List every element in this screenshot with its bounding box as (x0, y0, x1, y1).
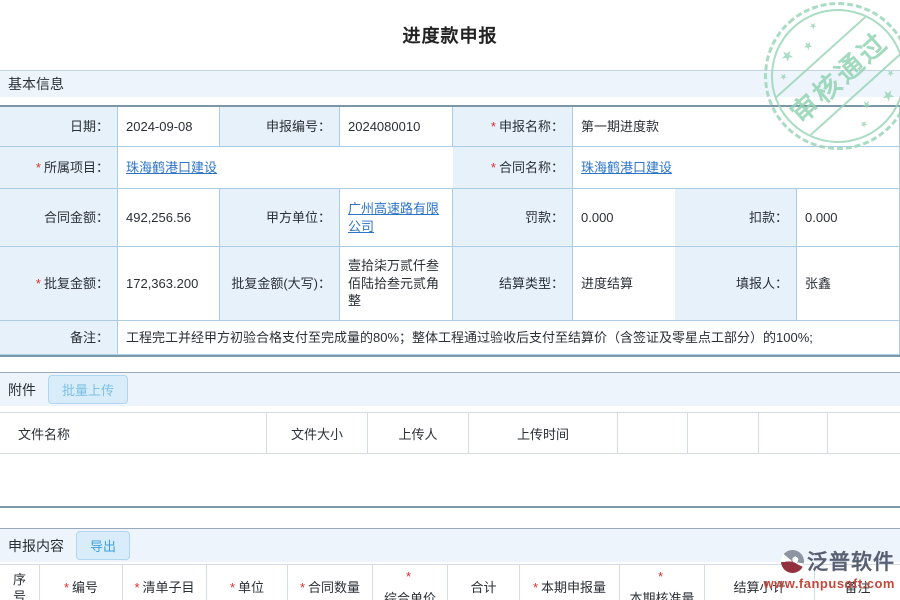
fanpu-url-text: www.fanpusoft.com (763, 576, 895, 591)
declaration-name-label: *申报名称： (453, 107, 573, 147)
decl-col-list-item: *清单子目 (123, 565, 207, 600)
reporter-label: 填报人： (675, 247, 797, 321)
basic-info-section-header: 基本信息 (0, 70, 900, 97)
required-marker: * (36, 275, 41, 293)
batch-upload-button[interactable]: 批量上传 (48, 375, 128, 404)
required-marker: * (491, 159, 496, 177)
basic-info-table: 日期： 2024-09-08 申报编号： 2024080010 *申报名称： 第… (0, 107, 900, 357)
penalty-label: 罚款： (453, 189, 573, 247)
decl-col-unit: *单位 (207, 565, 288, 600)
required-marker: * (36, 159, 41, 177)
required-marker: * (533, 580, 538, 597)
declaration-name-value: 第一期进度款 (573, 107, 900, 147)
attachment-col-uploader: 上传人 (368, 413, 469, 454)
required-marker: * (134, 580, 139, 597)
decl-col-contract-qty: *合同数量 (288, 565, 373, 600)
attachment-col-empty (759, 413, 828, 454)
contract-name-link[interactable]: 珠海鹤港口建设 (581, 159, 672, 177)
basic-info-section-title: 基本信息 (8, 74, 64, 94)
deduction-label: 扣款： (675, 189, 797, 247)
attachments-empty-body (0, 454, 900, 506)
date-label: 日期： (0, 107, 118, 147)
fanpu-watermark: 泛普软件 www.fanpusoft.com (763, 546, 895, 591)
declaration-no-value: 2024080010 (340, 107, 453, 147)
fanpu-brand-text: 泛普软件 (807, 546, 895, 576)
contract-amount-value: 492,256.56 (118, 189, 220, 247)
decl-col-unit-price: *综合单价 (373, 565, 448, 600)
export-button[interactable]: 导出 (76, 531, 130, 560)
declaration-section-title: 申报内容 (8, 536, 64, 556)
party-a-link[interactable]: 广州高速路有限公司 (348, 200, 444, 235)
settlement-type-label: 结算类型： (453, 247, 573, 321)
required-marker: * (230, 580, 235, 597)
progress-payment-declaration-page: 进度款申报 ★ ★ ★ ★ 审核通过 ★ ★ ★ ★ 基本信息 日期： 2024 (0, 0, 900, 600)
contract-name-label: *合同名称： (453, 147, 573, 189)
required-marker: * (64, 580, 69, 597)
approved-amount-label: *批复金额： (0, 247, 118, 321)
reporter-value: 张鑫 (797, 247, 900, 321)
decl-col-seq: 序号 (0, 565, 40, 600)
attachment-col-empty (618, 413, 688, 454)
remark-label: 备注： (0, 321, 118, 355)
decl-col-code: *编号 (40, 565, 123, 600)
deduction-value: 0.000 (797, 189, 900, 247)
attachment-col-upload-time: 上传时间 (469, 413, 618, 454)
page-title: 进度款申报 (0, 22, 900, 48)
penalty-value: 0.000 (573, 189, 675, 247)
date-value: 2024-09-08 (118, 107, 220, 147)
approved-amount-caps-value: 壹拾柒万贰仟叁佰陆拾叁元贰角整 (340, 247, 453, 321)
party-a-label: 甲方单位： (220, 189, 340, 247)
remark-value: 工程完工并经甲方初验合格支付至完成量的80%；整体工程通过验收后支付至结算价（含… (118, 321, 900, 355)
contract-amount-label: 合同金额： (0, 189, 118, 247)
required-marker: * (658, 569, 663, 586)
project-value: 珠海鹤港口建设 (118, 147, 453, 189)
settlement-type-value: 进度结算 (573, 247, 675, 321)
decl-col-total: 合计 (448, 565, 520, 600)
attachment-col-filename: 文件名称 (0, 413, 267, 454)
required-marker: * (406, 569, 411, 586)
attachments-section-title: 附件 (8, 380, 36, 400)
approved-amount-caps-label: 批复金额(大写)： (220, 247, 340, 321)
fanpu-logo-icon (781, 550, 804, 573)
decl-col-period-declared-qty: *本期申报量 (520, 565, 620, 600)
declaration-no-label: 申报编号： (220, 107, 340, 147)
attachments-section-header: 附件 批量上传 (0, 372, 900, 406)
attachments-table: 文件名称 文件大小 上传人 上传时间 (0, 412, 900, 508)
approved-amount-value: 172,363.200 (118, 247, 220, 321)
project-link[interactable]: 珠海鹤港口建设 (126, 159, 217, 177)
attachment-col-empty (828, 413, 900, 454)
contract-name-value: 珠海鹤港口建设 (573, 147, 900, 189)
attachment-col-empty (688, 413, 759, 454)
project-label: *所属项目： (0, 147, 118, 189)
required-marker: * (491, 118, 496, 136)
required-marker: * (300, 580, 305, 597)
decl-col-period-approved-qty: *本期核准量 (620, 565, 705, 600)
party-a-value: 广州高速路有限公司 (340, 189, 453, 247)
attachment-col-filesize: 文件大小 (267, 413, 368, 454)
